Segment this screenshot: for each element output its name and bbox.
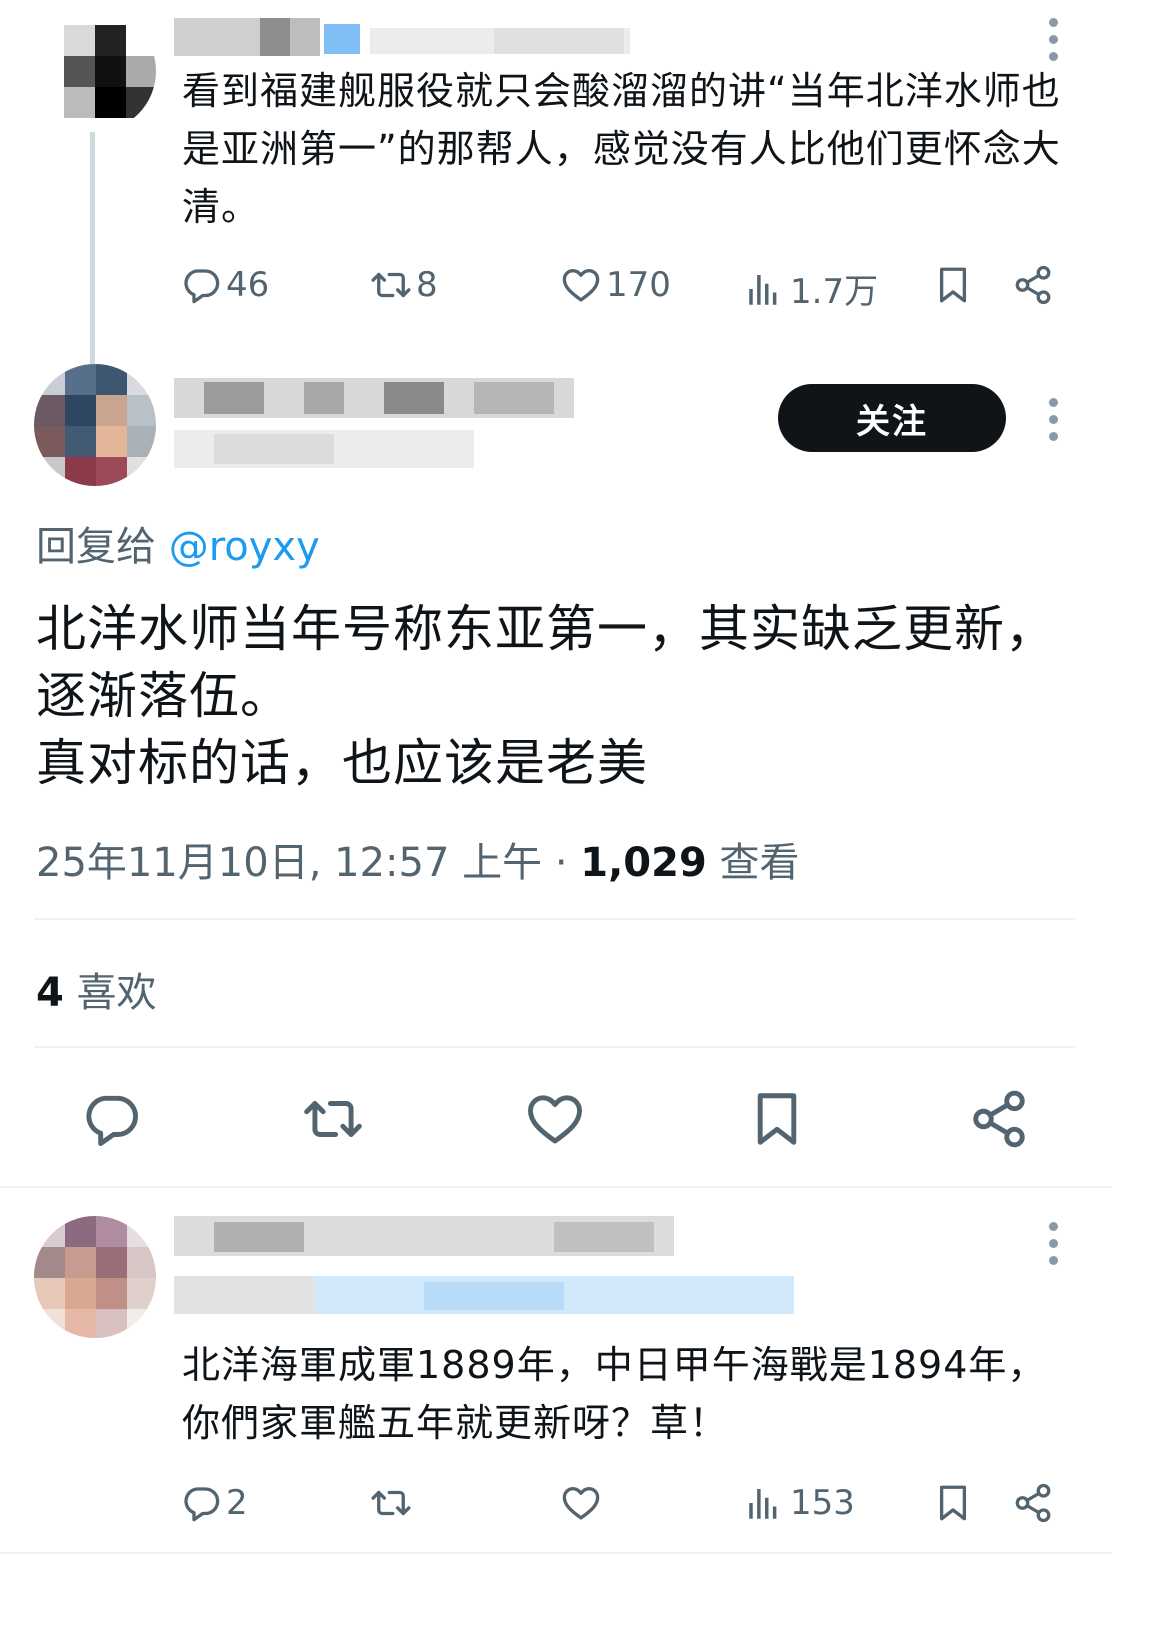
like-button[interactable] [524, 1088, 586, 1150]
avatar[interactable] [34, 364, 156, 486]
tweet-text: 看到福建舰服役就只会酸溜溜的讲“当年北洋水师也是亚洲第一”的那帮人，感觉没有人比… [182, 69, 1061, 229]
bookmark-icon [932, 264, 974, 306]
reply-to-handle[interactable]: @royxy [169, 524, 320, 570]
views-button[interactable]: 1.7万 [744, 264, 878, 313]
share-button[interactable] [1012, 264, 1054, 306]
bookmark-icon [746, 1088, 808, 1150]
more-icon[interactable] [1047, 18, 1059, 62]
main-tweet-line: 真对标的话，也应该是老美 [36, 734, 648, 792]
bookmark-icon [932, 1482, 974, 1524]
share-icon [968, 1088, 1030, 1150]
divider [34, 1046, 1076, 1048]
views-count: 153 [790, 1483, 855, 1523]
reply-to-prefix: 回复给 [36, 524, 156, 570]
reply-count: 46 [226, 265, 270, 305]
timestamp[interactable]: 25年11月10日, 12:57 上午 · [36, 840, 580, 886]
reply-button[interactable]: 2 [180, 1482, 248, 1524]
reply-count: 2 [226, 1483, 248, 1523]
retweet-button[interactable]: 8 [370, 264, 438, 306]
user-name-blurred[interactable] [174, 18, 634, 56]
user-name-blurred[interactable] [174, 1216, 814, 1322]
like-total: 4 [36, 970, 64, 1016]
main-tweet-line: 北洋水师当年号称东亚第一，其实缺乏更新， [36, 600, 1056, 658]
retweet-button[interactable] [370, 1482, 416, 1524]
view-count: 1,029 [580, 840, 707, 886]
follow-button[interactable]: 关注 [778, 384, 1006, 452]
like-icon [524, 1088, 586, 1150]
retweet-button[interactable] [302, 1088, 364, 1150]
retweet-icon [370, 264, 412, 306]
divider [0, 1552, 1112, 1554]
bookmark-button[interactable] [746, 1088, 808, 1150]
views-icon [744, 1482, 786, 1524]
reply-button[interactable]: 46 [180, 264, 269, 306]
views-icon [744, 268, 786, 310]
share-icon [1012, 264, 1054, 306]
reply-icon [80, 1088, 142, 1150]
tweet-text: 北洋海軍成軍1889年，中日甲午海戰是1894年，你們家軍艦五年就更新呀？草！ [182, 1343, 1047, 1445]
divider [34, 918, 1076, 920]
view-label: 查看 [706, 840, 800, 886]
more-icon[interactable] [1047, 398, 1059, 442]
retweet-icon [370, 1482, 412, 1524]
share-button[interactable] [968, 1088, 1030, 1150]
reply-to: 回复给 @royxy [36, 514, 320, 572]
like-count: 170 [606, 265, 671, 305]
retweet-icon [302, 1088, 364, 1150]
like-button[interactable] [560, 1482, 606, 1524]
like-total-label: 喜欢 [63, 970, 157, 1016]
views-count: 1.7万 [790, 272, 879, 312]
main-tweet-line: 逐渐落伍。 [36, 667, 291, 725]
thread-line [90, 132, 95, 368]
like-icon [560, 264, 602, 306]
retweet-count: 8 [416, 265, 438, 305]
reply-icon [180, 1482, 222, 1524]
tweet-meta: 25年11月10日, 12:57 上午 · 1,029 查看 [36, 830, 800, 888]
divider [0, 1186, 1112, 1188]
likes-summary[interactable]: 4 喜欢 [36, 960, 157, 1018]
share-icon [1012, 1482, 1054, 1524]
more-icon[interactable] [1047, 1222, 1059, 1266]
avatar[interactable] [34, 10, 156, 132]
bookmark-button[interactable] [932, 1482, 974, 1524]
share-button[interactable] [1012, 1482, 1054, 1524]
views-button[interactable]: 153 [744, 1482, 855, 1524]
reply-icon [180, 264, 222, 306]
reply-button[interactable] [80, 1088, 142, 1150]
like-button[interactable]: 170 [560, 264, 671, 306]
bookmark-button[interactable] [932, 264, 974, 306]
like-icon [560, 1482, 602, 1524]
avatar[interactable] [34, 1216, 156, 1338]
main-tweet-text: 北洋水师当年号称东亚第一，其实缺乏更新， 逐渐落伍。 真对标的话，也应该是老美 [36, 596, 1116, 797]
user-name-blurred[interactable] [174, 378, 584, 474]
